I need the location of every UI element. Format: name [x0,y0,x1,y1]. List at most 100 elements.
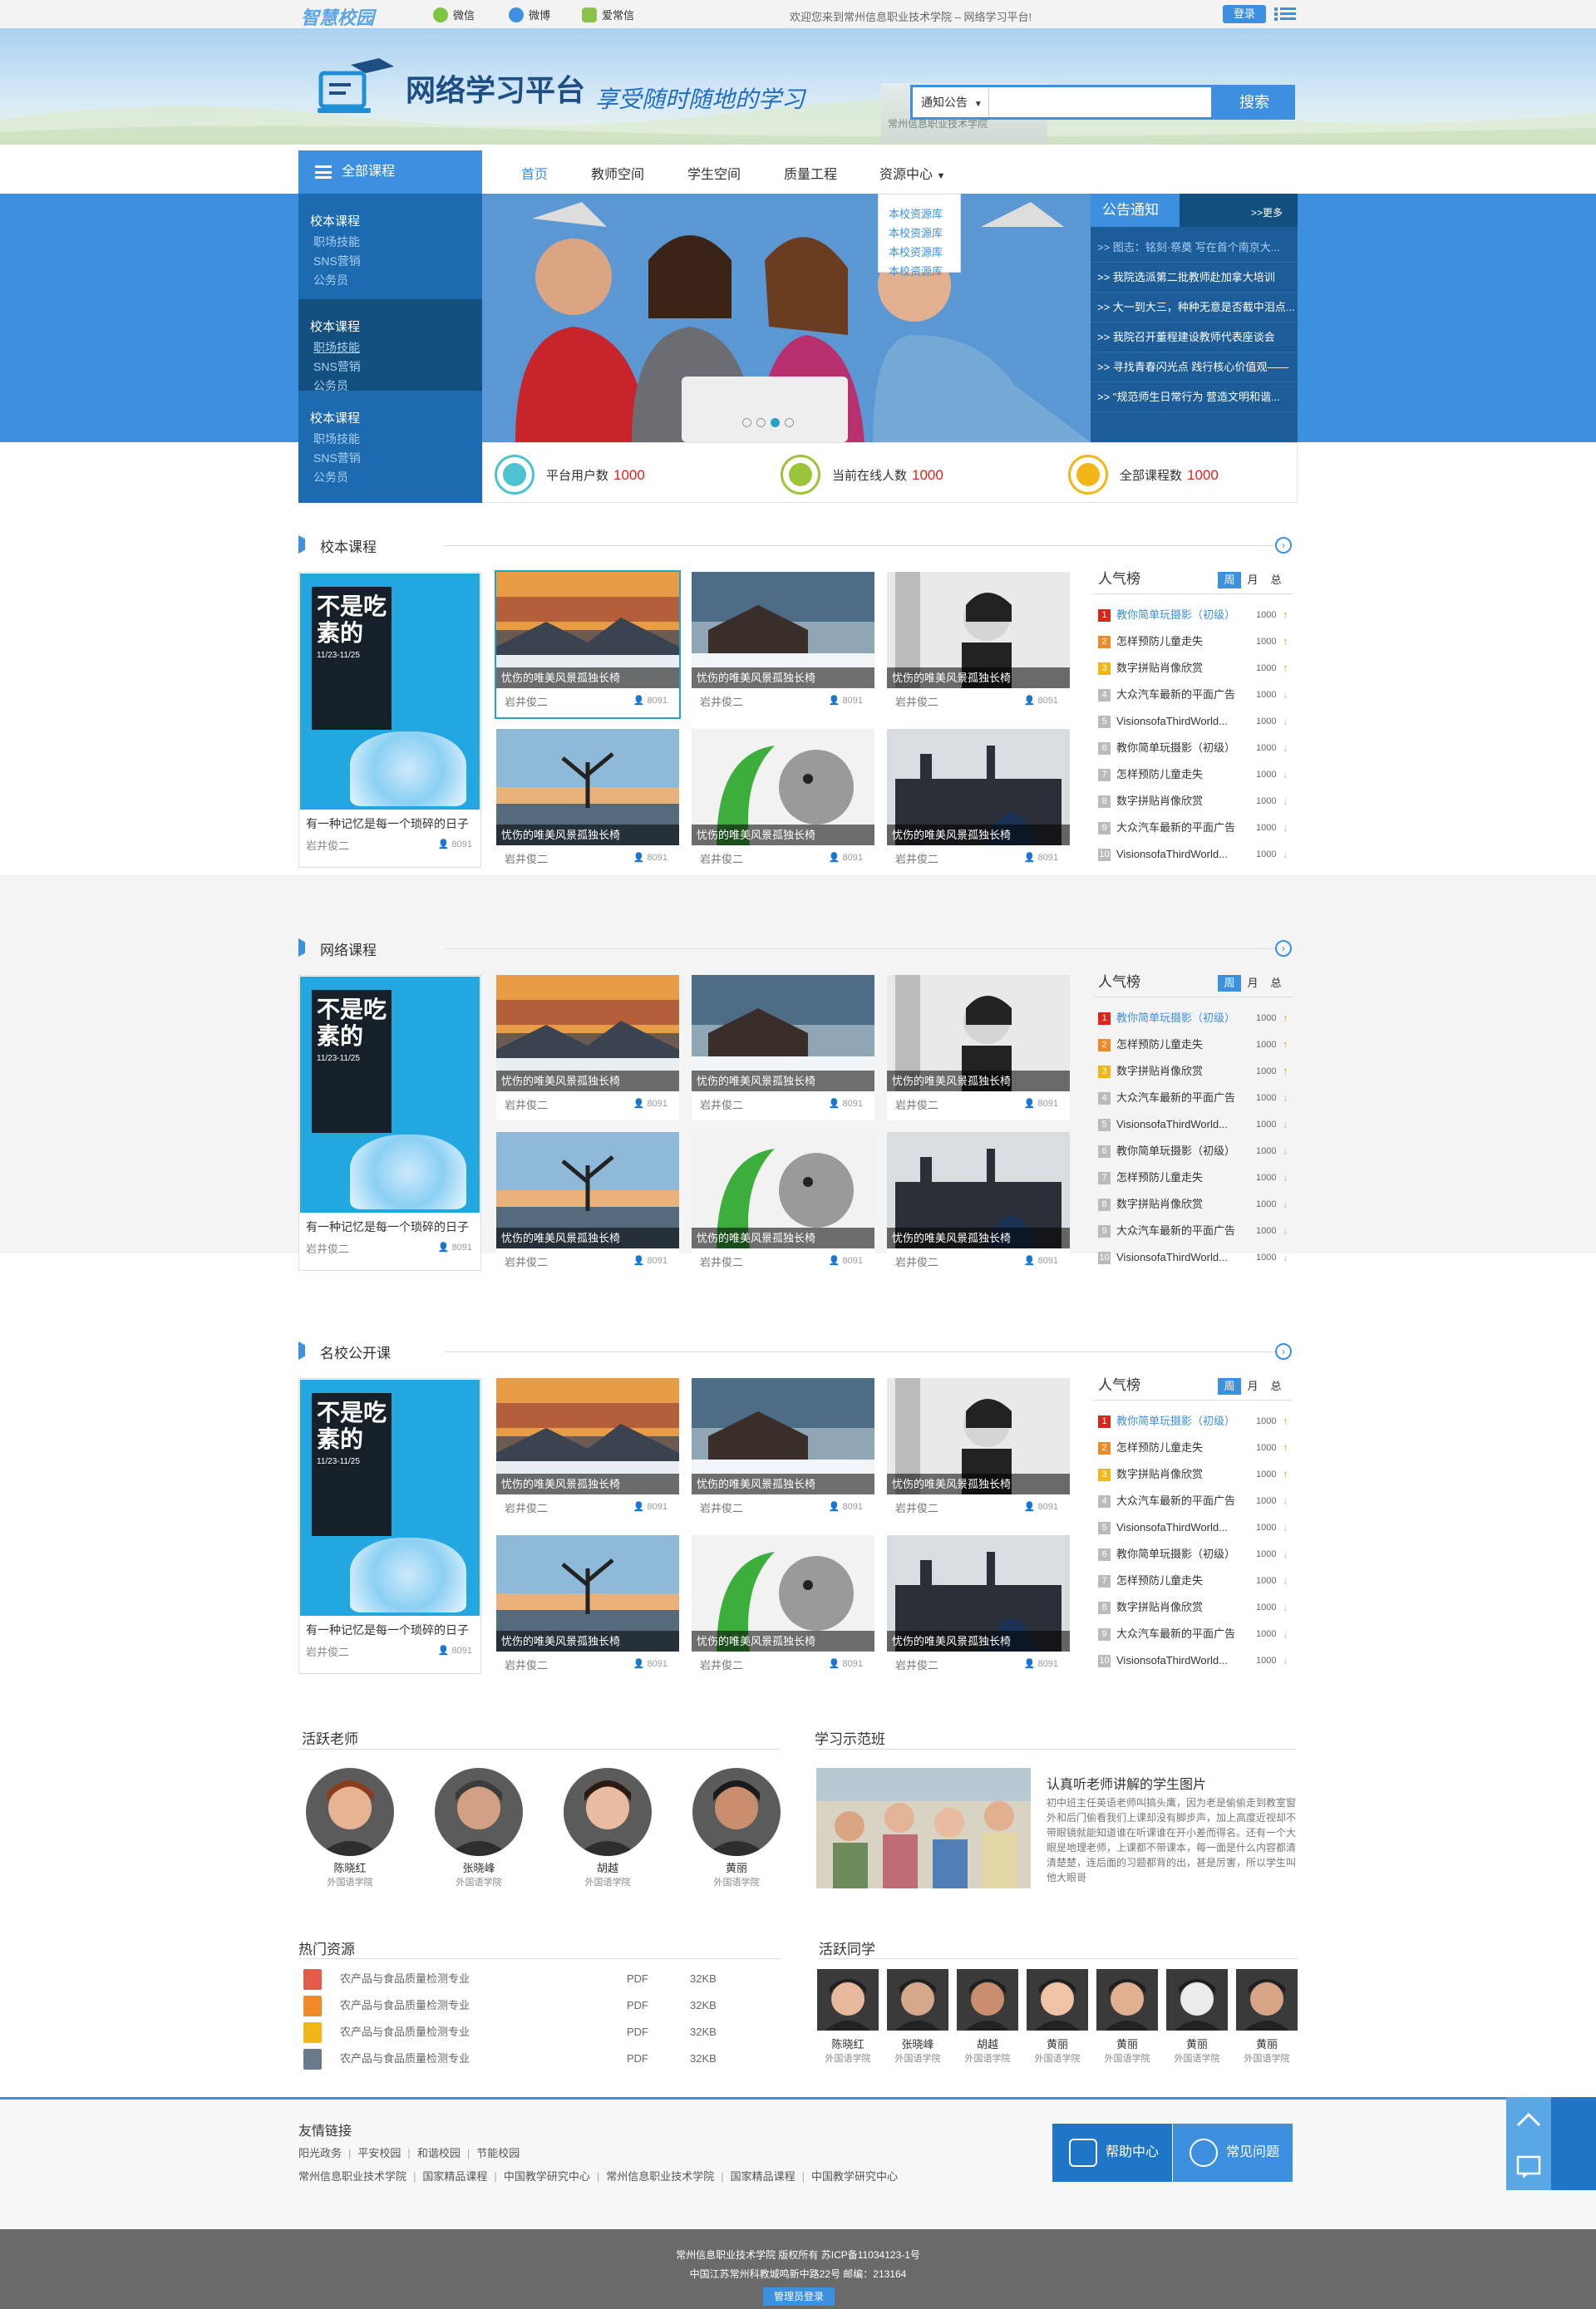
ranking-item[interactable]: 3 数字拼贴肖像欣赏 1000 ↑ [1098,655,1293,682]
section-next-button[interactable]: › [1275,940,1292,957]
ranking-item[interactable]: 8 数字拼贴肖像欣赏 1000 ↓ [1098,788,1293,815]
hero-photo[interactable] [482,194,1091,442]
smart-campus-logo[interactable]: 智慧校园 [301,3,374,30]
teacher-card[interactable]: 陈晓红 外国语学院 [304,1768,396,1888]
ranking-tab[interactable]: 周 [1218,975,1241,992]
all-courses-button[interactable]: 全部课程 [298,150,482,194]
course-card[interactable]: 忧伤的唯美风景孤独长椅 岩井俊二 👤 8091 [887,975,1070,1120]
nav-resource-center[interactable]: 资源中心 ▼ [879,163,945,183]
ranking-tab[interactable]: 月 [1241,572,1264,588]
ranking-item[interactable]: 9 大众汽车最新的平面广告 1000 ↓ [1098,1218,1293,1244]
course-card[interactable]: 忧伤的唯美风景孤独长椅 岩井俊二 👤 8091 [887,1132,1070,1278]
search-input[interactable] [991,87,1210,117]
resource-item[interactable]: 农产品与食品质量检测专业 PDF 32KB [298,2019,781,2046]
weibo-link[interactable]: 微博 [509,7,550,22]
ranking-item[interactable]: 7 怎样预防儿童走失 1000 ↓ [1098,761,1293,788]
course-card[interactable]: 忧伤的唯美风景孤独长椅 岩井俊二 👤 8091 [692,729,874,874]
sidebar-item[interactable]: 职场技能 [310,338,482,357]
ranking-item[interactable]: 10 VisionsofaThirdWorld... 1000 ↓ [1098,1647,1293,1674]
notice-item[interactable]: >> "规范师生日常行为 营造文明和谐... [1091,382,1298,412]
ranking-item[interactable]: 4 大众汽车最新的平面广告 1000 ↓ [1098,682,1293,708]
ranking-item[interactable]: 9 大众汽车最新的平面广告 1000 ↓ [1098,1621,1293,1647]
ranking-item[interactable]: 2 怎样预防儿童走失 1000 ↑ [1098,628,1293,655]
feedback-button[interactable] [1506,2144,1551,2190]
aichangxin-link[interactable]: 爱常信 [582,7,634,22]
carousel-dot[interactable] [785,418,794,427]
friend-link[interactable]: 国家精品课程 [422,2170,487,2183]
friend-link[interactable]: 和谐校园 [417,2147,461,2159]
notice-item[interactable]: >> 我院选派第二批教师赴加拿大培训 [1091,263,1298,293]
ranking-item[interactable]: 2 怎样预防儿童走失 1000 ↑ [1098,1031,1293,1058]
ranking-item[interactable]: 3 数字拼贴肖像欣赏 1000 ↑ [1098,1058,1293,1085]
course-card[interactable]: 忧伤的唯美风景孤独长椅 岩井俊二 👤 8091 [692,572,874,717]
ranking-item[interactable]: 6 教你简单玩摄影（初级） 1000 ↓ [1098,1138,1293,1164]
notice-title[interactable]: 公告通知 [1091,194,1180,227]
student-card[interactable]: 黄丽 外国语学院 [1236,1969,1298,2065]
ranking-item[interactable]: 5 VisionsofaThirdWorld... 1000 ↓ [1098,708,1293,735]
student-card[interactable]: 黄丽 外国语学院 [1096,1969,1158,2065]
nav-student-space[interactable]: 学生空间 [687,163,741,183]
ranking-item[interactable]: 6 教你简单玩摄影（初级） 1000 ↓ [1098,1541,1293,1568]
sidebar-item[interactable]: 职场技能 [310,430,482,449]
float-side-button[interactable] [1551,2097,1596,2144]
faq-button[interactable]: 常见问题 [1173,2124,1293,2182]
course-card[interactable]: 忧伤的唯美风景孤独长椅 岩井俊二 👤 8091 [496,729,679,874]
featured-course-card[interactable]: 不是吃素的 11/23-11/25 有一种记忆是每一个琐碎的日子 岩井俊二 👤 8091 [298,975,481,1271]
ranking-item[interactable]: 4 大众汽车最新的平面广告 1000 ↓ [1098,1488,1293,1514]
nav-teacher-space[interactable]: 教师空间 [591,163,644,183]
dropdown-item[interactable]: 本校资源库 [889,224,960,243]
section-next-button[interactable]: › [1275,1343,1292,1360]
friend-link[interactable]: 阳光政务 [298,2147,342,2159]
sidebar-item[interactable]: 公务员 [310,271,482,290]
course-card[interactable]: 忧伤的唯美风景孤独长椅 岩井俊二 👤 8091 [692,1378,874,1524]
section-next-button[interactable]: › [1275,537,1292,554]
student-card[interactable]: 胡越 外国语学院 [957,1969,1018,2065]
student-card[interactable]: 黄丽 外国语学院 [1027,1969,1088,2065]
friend-link[interactable]: 中国教学研究中心 [811,2170,898,2183]
ranking-item[interactable]: 5 VisionsofaThirdWorld... 1000 ↓ [1098,1514,1293,1541]
dropdown-item[interactable]: 本校资源库 [889,262,960,281]
dropdown-item[interactable]: 本校资源库 [889,204,960,224]
student-card[interactable]: 陈晓红 外国语学院 [817,1969,879,2065]
brand[interactable]: 网络学习平台 [318,58,585,118]
nav-quality-project[interactable]: 质量工程 [784,163,837,183]
notice-item[interactable]: >> 图志：铭刻·祭奠 写在首个南京大... [1091,233,1298,263]
featured-course-card[interactable]: 不是吃素的 11/23-11/25 有一种记忆是每一个琐碎的日子 岩井俊二 👤 8091 [298,572,481,868]
friend-link[interactable]: 中国教学研究中心 [504,2170,590,2183]
notice-more-link[interactable]: >>更多 [1251,205,1283,219]
resource-item[interactable]: 农产品与食品质量检测专业 PDF 32KB [298,1966,781,1992]
course-card[interactable]: 忧伤的唯美风景孤独长椅 岩井俊二 👤 8091 [887,1378,1070,1524]
ranking-item[interactable]: 7 怎样预防儿童走失 1000 ↓ [1098,1568,1293,1594]
sidebar-group-title[interactable]: 校本课程 [310,318,482,335]
ranking-item[interactable]: 10 VisionsofaThirdWorld... 1000 ↓ [1098,841,1293,868]
ranking-item[interactable]: 10 VisionsofaThirdWorld... 1000 ↓ [1098,1244,1293,1271]
friend-link[interactable]: 国家精品课程 [731,2170,796,2183]
sidebar-group-title[interactable]: 校本课程 [310,212,482,229]
ranking-tab[interactable]: 月 [1241,975,1264,992]
course-card[interactable]: 忧伤的唯美风景孤独长椅 岩井俊二 👤 8091 [496,1535,679,1681]
ranking-tab[interactable]: 总 [1264,572,1288,588]
teacher-card[interactable]: 胡越 外国语学院 [562,1768,653,1888]
course-card[interactable]: 忧伤的唯美风景孤独长椅 岩井俊二 👤 8091 [496,1378,679,1524]
ranking-item[interactable]: 1 教你简单玩摄影（初级） 1000 ↑ [1098,602,1293,628]
ranking-item[interactable]: 4 大众汽车最新的平面广告 1000 ↓ [1098,1085,1293,1111]
ranking-item[interactable]: 8 数字拼贴肖像欣赏 1000 ↓ [1098,1594,1293,1621]
teacher-card[interactable]: 张晓峰 外国语学院 [433,1768,525,1888]
ranking-tab[interactable]: 周 [1218,1378,1241,1395]
login-button[interactable]: 登录 [1223,5,1266,23]
notice-item[interactable]: >> 寻找青春闪光点 践行核心价值观—— [1091,352,1298,382]
course-card[interactable]: 忧伤的唯美风景孤独长椅 岩井俊二 👤 8091 [495,570,681,719]
course-card[interactable]: 忧伤的唯美风景孤独长椅 岩井俊二 👤 8091 [887,729,1070,874]
course-card[interactable]: 忧伤的唯美风景孤独长椅 岩井俊二 👤 8091 [692,1132,874,1278]
course-card[interactable]: 忧伤的唯美风景孤独长椅 岩井俊二 👤 8091 [496,1132,679,1278]
course-card[interactable]: 忧伤的唯美风景孤独长椅 岩井俊二 👤 8091 [692,1535,874,1681]
featured-course-card[interactable]: 不是吃素的 11/23-11/25 有一种记忆是每一个琐碎的日子 岩井俊二 👤 8091 [298,1378,481,1674]
ranking-item[interactable]: 1 教你简单玩摄影（初级） 1000 ↑ [1098,1005,1293,1031]
ranking-item[interactable]: 1 教你简单玩摄影（初级） 1000 ↑ [1098,1408,1293,1435]
resource-item[interactable]: 农产品与食品质量检测专业 PDF 32KB [298,2046,781,2072]
ranking-item[interactable]: 8 数字拼贴肖像欣赏 1000 ↓ [1098,1191,1293,1218]
dropdown-item[interactable]: 本校资源库 [889,243,960,262]
notice-item[interactable]: >> 大一到大三，种种无意是否截中泪点... [1091,293,1298,322]
ranking-item[interactable]: 6 教你简单玩摄影（初级） 1000 ↓ [1098,735,1293,761]
student-card[interactable]: 黄丽 外国语学院 [1166,1969,1228,2065]
